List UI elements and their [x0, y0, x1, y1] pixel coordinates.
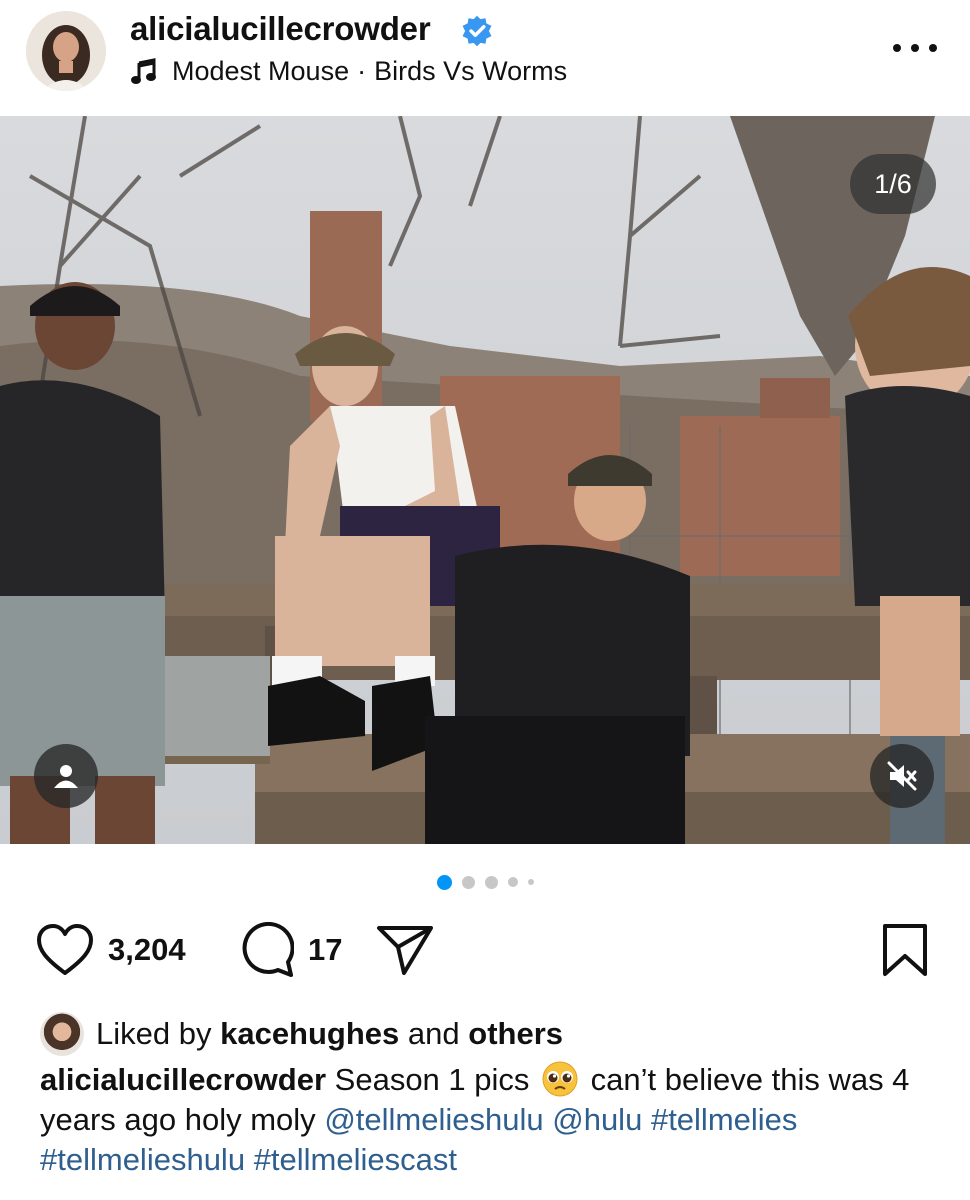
liked-by-conjunction: and — [407, 1016, 460, 1051]
save-action — [880, 918, 930, 982]
share-action — [376, 918, 434, 982]
mention-hulu[interactable]: @hulu — [552, 1102, 642, 1137]
author-username[interactable]: alicialucillecrowder — [130, 10, 431, 48]
music-artist: Modest Mouse — [172, 56, 350, 86]
speaker-muted-icon — [887, 761, 917, 791]
pleading-face-emoji-icon — [542, 1061, 578, 1097]
more-options-button[interactable] — [893, 38, 937, 58]
music-note-icon — [131, 57, 156, 84]
liked-by-others[interactable]: others — [468, 1016, 563, 1052]
photo-scene — [0, 116, 970, 844]
hashtag-tellmelies[interactable]: #tellmelies — [651, 1102, 797, 1137]
share-icon[interactable] — [376, 923, 434, 977]
tagged-people-button[interactable] — [34, 744, 98, 808]
caption-text-start: Season 1 pics — [334, 1062, 530, 1097]
photo-counter: 1/6 — [850, 154, 936, 214]
liker-username[interactable]: kacehughes — [220, 1016, 399, 1052]
mute-toggle-button[interactable] — [870, 744, 934, 808]
post-photo[interactable]: 1/6 — [0, 116, 970, 844]
like-count[interactable]: 3,204 — [108, 932, 186, 968]
music-separator: · — [357, 56, 367, 86]
carousel-indicator — [0, 872, 970, 892]
audio-attribution[interactable]: Modest Mouse · Birds Vs Worms — [130, 56, 567, 87]
carousel-dot — [527, 879, 534, 885]
liked-by-prefix: Liked by — [96, 1016, 212, 1051]
comment-count[interactable]: 17 — [308, 932, 342, 968]
post-caption: alicialucillecrowder Season 1 pics can’t… — [40, 1060, 940, 1180]
hashtag-tellmeliescast[interactable]: #tellmeliescast — [254, 1142, 457, 1177]
like-action: 3,204 — [36, 918, 186, 982]
post-actions: 3,204 17 — [0, 918, 970, 982]
comment-icon[interactable] — [238, 922, 294, 978]
carousel-dot-active — [436, 874, 452, 890]
carousel-dot — [507, 877, 518, 887]
bookmark-icon[interactable] — [880, 922, 930, 978]
verified-badge-icon — [462, 15, 492, 47]
music-track: Birds Vs Worms — [374, 56, 568, 86]
more-dot — [893, 44, 901, 52]
caption-author[interactable]: alicialucillecrowder — [40, 1062, 326, 1097]
carousel-dot — [484, 875, 498, 889]
more-dot — [911, 44, 919, 52]
post-header: alicialucillecrowder Modest Mouse · Bird… — [0, 0, 970, 116]
heart-icon[interactable] — [36, 923, 94, 977]
carousel-dot — [461, 875, 475, 889]
more-dot — [929, 44, 937, 52]
liked-by-line[interactable]: Liked by kacehughes and others — [40, 1010, 563, 1058]
comment-action: 17 — [238, 918, 342, 982]
person-icon — [54, 765, 78, 788]
mention-tellmelieshulu[interactable]: @tellmelieshulu — [324, 1102, 543, 1137]
author-avatar[interactable] — [26, 11, 106, 91]
liker-avatar — [40, 1012, 84, 1056]
hashtag-tellmelieshulu[interactable]: #tellmelieshulu — [40, 1142, 245, 1177]
